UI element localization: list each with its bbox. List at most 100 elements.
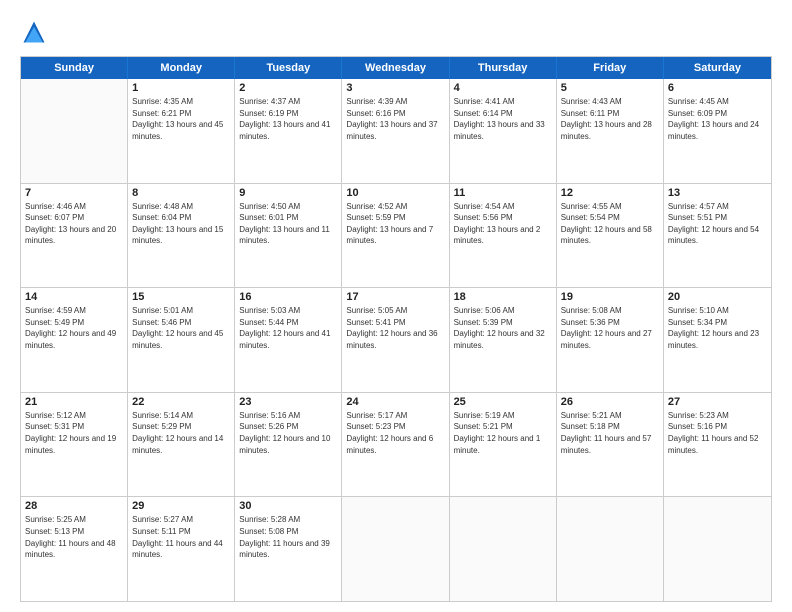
header	[20, 18, 772, 46]
day-number: 16	[239, 291, 337, 303]
calendar-cell: 18 Sunrise: 5:06 AMSunset: 5:39 PMDayligh…	[450, 288, 557, 392]
day-number: 4	[454, 82, 552, 94]
calendar-body: 1 Sunrise: 4:35 AMSunset: 6:21 PMDaylight…	[21, 79, 771, 601]
day-info: Sunrise: 4:50 AMSunset: 6:01 PMDaylight:…	[239, 201, 337, 247]
day-number: 8	[132, 187, 230, 199]
calendar-row: 7Sunrise: 4:46 AMSunset: 6:07 PMDaylight…	[21, 183, 771, 288]
day-info: Sunrise: 4:54 AMSunset: 5:56 PMDaylight:…	[454, 201, 552, 247]
day-number: 26	[561, 396, 659, 408]
day-info: Sunrise: 4:37 AMSunset: 6:19 PMDaylight:…	[239, 96, 337, 142]
calendar: SundayMondayTuesdayWednesdayThursdayFrid…	[20, 56, 772, 602]
calendar-row: 21 Sunrise: 5:12 AMSunset: 5:31 PMDayligh…	[21, 392, 771, 497]
calendar-cell	[664, 497, 771, 601]
day-info: Sunrise: 4:45 AMSunset: 6:09 PMDaylight:…	[668, 96, 767, 142]
day-info: Sunrise: 5:06 AMSunset: 5:39 PMDaylight:…	[454, 305, 552, 351]
day-info: Sunrise: 4:59 AMSunset: 5:49 PMDaylight:…	[25, 305, 123, 351]
calendar-cell: 8 Sunrise: 4:48 AMSunset: 6:04 PMDaylight…	[128, 184, 235, 288]
calendar-cell: 26 Sunrise: 5:21 AMSunset: 5:18 PMDayligh…	[557, 393, 664, 497]
weekday-header-tuesday: Tuesday	[235, 57, 342, 79]
day-info: Sunrise: 4:55 AMSunset: 5:54 PMDaylight:…	[561, 201, 659, 247]
day-number: 13	[668, 187, 767, 199]
day-number: 15	[132, 291, 230, 303]
day-info: Sunrise: 5:12 AMSunset: 5:31 PMDaylight:…	[25, 410, 123, 456]
calendar-cell: 9 Sunrise: 4:50 AMSunset: 6:01 PMDaylight…	[235, 184, 342, 288]
day-info: Sunrise: 5:05 AMSunset: 5:41 PMDaylight:…	[346, 305, 444, 351]
calendar-cell: 16 Sunrise: 5:03 AMSunset: 5:44 PMDayligh…	[235, 288, 342, 392]
day-info: Sunrise: 5:14 AMSunset: 5:29 PMDaylight:…	[132, 410, 230, 456]
calendar-cell: 17 Sunrise: 5:05 AMSunset: 5:41 PMDayligh…	[342, 288, 449, 392]
calendar-cell: 21 Sunrise: 5:12 AMSunset: 5:31 PMDayligh…	[21, 393, 128, 497]
day-number: 7	[25, 187, 123, 199]
calendar-cell: 6 Sunrise: 4:45 AMSunset: 6:09 PMDaylight…	[664, 79, 771, 183]
weekday-header-wednesday: Wednesday	[342, 57, 449, 79]
calendar-cell: 28Sunrise: 5:25 AMSunset: 5:13 PMDayligh…	[21, 497, 128, 601]
day-number: 18	[454, 291, 552, 303]
day-number: 20	[668, 291, 767, 303]
day-number: 1	[132, 82, 230, 94]
day-number: 3	[346, 82, 444, 94]
calendar-cell: 14Sunrise: 4:59 AMSunset: 5:49 PMDayligh…	[21, 288, 128, 392]
day-info: Sunrise: 5:21 AMSunset: 5:18 PMDaylight:…	[561, 410, 659, 456]
day-number: 9	[239, 187, 337, 199]
calendar-cell: 22 Sunrise: 5:14 AMSunset: 5:29 PMDayligh…	[128, 393, 235, 497]
day-number: 24	[346, 396, 444, 408]
calendar-row: 1 Sunrise: 4:35 AMSunset: 6:21 PMDaylight…	[21, 79, 771, 183]
weekday-header-thursday: Thursday	[450, 57, 557, 79]
calendar-cell: 1 Sunrise: 4:35 AMSunset: 6:21 PMDaylight…	[128, 79, 235, 183]
day-number: 6	[668, 82, 767, 94]
calendar-cell: 24 Sunrise: 5:17 AMSunset: 5:23 PMDayligh…	[342, 393, 449, 497]
day-info: Sunrise: 4:43 AMSunset: 6:11 PMDaylight:…	[561, 96, 659, 142]
day-info: Sunrise: 5:19 AMSunset: 5:21 PMDaylight:…	[454, 410, 552, 456]
calendar-cell: 30Sunrise: 5:28 AMSunset: 5:08 PMDayligh…	[235, 497, 342, 601]
day-info: Sunrise: 4:48 AMSunset: 6:04 PMDaylight:…	[132, 201, 230, 247]
day-info: Sunrise: 5:27 AMSunset: 5:11 PMDaylight:…	[132, 514, 230, 560]
weekday-header-saturday: Saturday	[664, 57, 771, 79]
day-number: 11	[454, 187, 552, 199]
calendar-cell: 20Sunrise: 5:10 AMSunset: 5:34 PMDayligh…	[664, 288, 771, 392]
day-info: Sunrise: 4:35 AMSunset: 6:21 PMDaylight:…	[132, 96, 230, 142]
day-info: Sunrise: 5:08 AMSunset: 5:36 PMDaylight:…	[561, 305, 659, 351]
weekday-header-monday: Monday	[128, 57, 235, 79]
day-number: 17	[346, 291, 444, 303]
calendar-header: SundayMondayTuesdayWednesdayThursdayFrid…	[21, 57, 771, 79]
calendar-row: 14Sunrise: 4:59 AMSunset: 5:49 PMDayligh…	[21, 287, 771, 392]
day-number: 25	[454, 396, 552, 408]
day-info: Sunrise: 5:17 AMSunset: 5:23 PMDaylight:…	[346, 410, 444, 456]
calendar-cell: 23 Sunrise: 5:16 AMSunset: 5:26 PMDayligh…	[235, 393, 342, 497]
day-number: 22	[132, 396, 230, 408]
calendar-cell: 4 Sunrise: 4:41 AMSunset: 6:14 PMDaylight…	[450, 79, 557, 183]
calendar-cell: 7Sunrise: 4:46 AMSunset: 6:07 PMDaylight…	[21, 184, 128, 288]
logo	[20, 18, 52, 46]
calendar-cell	[450, 497, 557, 601]
calendar-cell: 29Sunrise: 5:27 AMSunset: 5:11 PMDayligh…	[128, 497, 235, 601]
day-info: Sunrise: 4:52 AMSunset: 5:59 PMDaylight:…	[346, 201, 444, 247]
day-number: 10	[346, 187, 444, 199]
weekday-header-sunday: Sunday	[21, 57, 128, 79]
day-info: Sunrise: 5:28 AMSunset: 5:08 PMDaylight:…	[239, 514, 337, 560]
calendar-row: 28Sunrise: 5:25 AMSunset: 5:13 PMDayligh…	[21, 496, 771, 601]
calendar-cell: 13Sunrise: 4:57 AMSunset: 5:51 PMDayligh…	[664, 184, 771, 288]
day-number: 21	[25, 396, 123, 408]
day-number: 28	[25, 500, 123, 512]
day-number: 23	[239, 396, 337, 408]
day-number: 19	[561, 291, 659, 303]
day-number: 2	[239, 82, 337, 94]
calendar-cell: 12 Sunrise: 4:55 AMSunset: 5:54 PMDayligh…	[557, 184, 664, 288]
calendar-cell: 25 Sunrise: 5:19 AMSunset: 5:21 PMDayligh…	[450, 393, 557, 497]
day-info: Sunrise: 4:39 AMSunset: 6:16 PMDaylight:…	[346, 96, 444, 142]
day-info: Sunrise: 5:03 AMSunset: 5:44 PMDaylight:…	[239, 305, 337, 351]
page: SundayMondayTuesdayWednesdayThursdayFrid…	[0, 0, 792, 612]
weekday-header-friday: Friday	[557, 57, 664, 79]
calendar-cell	[342, 497, 449, 601]
calendar-cell: 3 Sunrise: 4:39 AMSunset: 6:16 PMDaylight…	[342, 79, 449, 183]
calendar-cell: 11 Sunrise: 4:54 AMSunset: 5:56 PMDayligh…	[450, 184, 557, 288]
calendar-cell: 19 Sunrise: 5:08 AMSunset: 5:36 PMDayligh…	[557, 288, 664, 392]
calendar-cell: 5 Sunrise: 4:43 AMSunset: 6:11 PMDaylight…	[557, 79, 664, 183]
day-info: Sunrise: 5:23 AMSunset: 5:16 PMDaylight:…	[668, 410, 767, 456]
day-number: 12	[561, 187, 659, 199]
day-info: Sunrise: 4:41 AMSunset: 6:14 PMDaylight:…	[454, 96, 552, 142]
calendar-cell	[557, 497, 664, 601]
day-number: 5	[561, 82, 659, 94]
day-info: Sunrise: 5:16 AMSunset: 5:26 PMDaylight:…	[239, 410, 337, 456]
day-info: Sunrise: 5:01 AMSunset: 5:46 PMDaylight:…	[132, 305, 230, 351]
